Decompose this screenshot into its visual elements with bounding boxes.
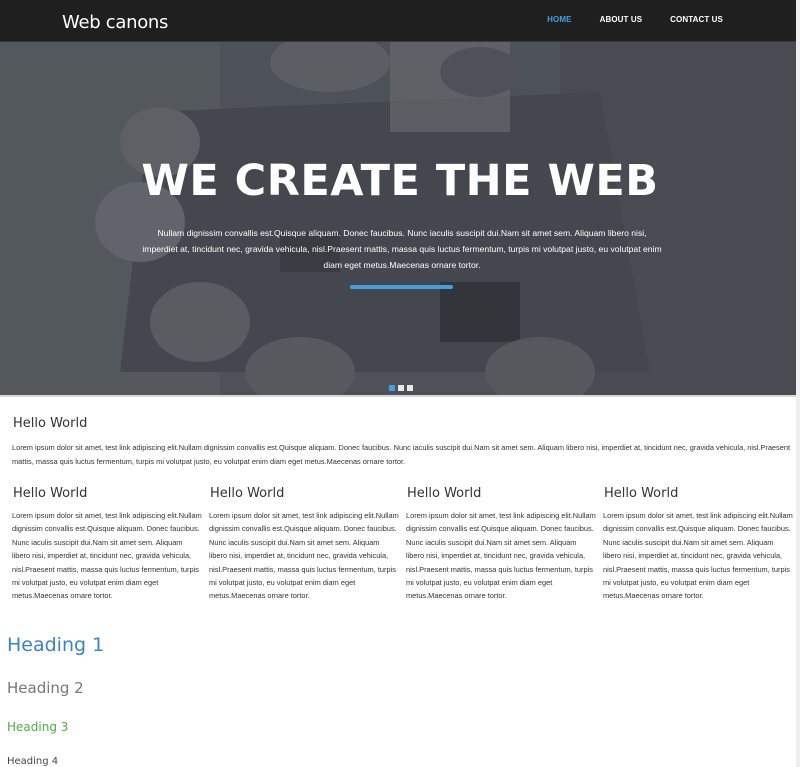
column-text: Lorem ipsum dolor sit amet, test link ad…	[406, 511, 596, 601]
page-scrollbar[interactable]	[796, 0, 800, 767]
column-text: Lorem ipsum dolor sit amet, test link ad…	[603, 511, 793, 601]
feature-column-4: Hello World Lorem ipsum dolor sit amet, …	[603, 486, 793, 603]
column-text: Lorem ipsum dolor sit amet, test link ad…	[12, 511, 202, 601]
heading-3: Heading 3	[7, 720, 69, 734]
column-heading: Hello World	[604, 486, 679, 501]
feature-column-3: Hello World Lorem ipsum dolor sit amet, …	[406, 486, 596, 603]
heading-1: Heading 1	[7, 634, 105, 656]
slider-pagination	[389, 385, 413, 391]
top-navbar: Web canons HOME ABOUT US CONTACT US	[0, 0, 796, 42]
hero-overlay	[0, 42, 796, 395]
main-nav: HOME ABOUT US CONTACT US	[519, 15, 723, 24]
column-heading: Hello World	[13, 486, 88, 501]
intro-paragraph: Lorem ipsum dolor sit amet, test link ad…	[12, 443, 791, 466]
slider-dot-3[interactable]	[407, 385, 413, 391]
intro-heading: Hello World	[13, 416, 88, 431]
column-heading: Hello World	[407, 486, 482, 501]
hero-description: Nullam dignissim convallis est.Quisque a…	[142, 228, 662, 270]
slider-dot-1[interactable]	[389, 385, 395, 391]
hero-title: WE CREATE THE WEB	[141, 156, 659, 206]
brand-logo[interactable]: Web canons	[62, 12, 168, 33]
column-heading: Hello World	[210, 486, 285, 501]
nav-contact-link[interactable]: CONTACT US	[670, 15, 723, 24]
nav-about-link[interactable]: ABOUT US	[600, 15, 643, 24]
feature-column-1: Hello World Lorem ipsum dolor sit amet, …	[12, 486, 202, 603]
hero-accent-bar	[350, 285, 453, 289]
hero-divider	[0, 395, 796, 397]
heading-2: Heading 2	[7, 679, 84, 697]
hero-slider: WE CREATE THE WEB Nullam dignissim conva…	[0, 42, 796, 395]
column-text: Lorem ipsum dolor sit amet, test link ad…	[209, 511, 399, 601]
feature-column-2: Hello World Lorem ipsum dolor sit amet, …	[209, 486, 399, 603]
nav-home-link[interactable]: HOME	[547, 15, 571, 24]
heading-4: Heading 4	[7, 756, 59, 767]
slider-dot-2[interactable]	[398, 385, 404, 391]
